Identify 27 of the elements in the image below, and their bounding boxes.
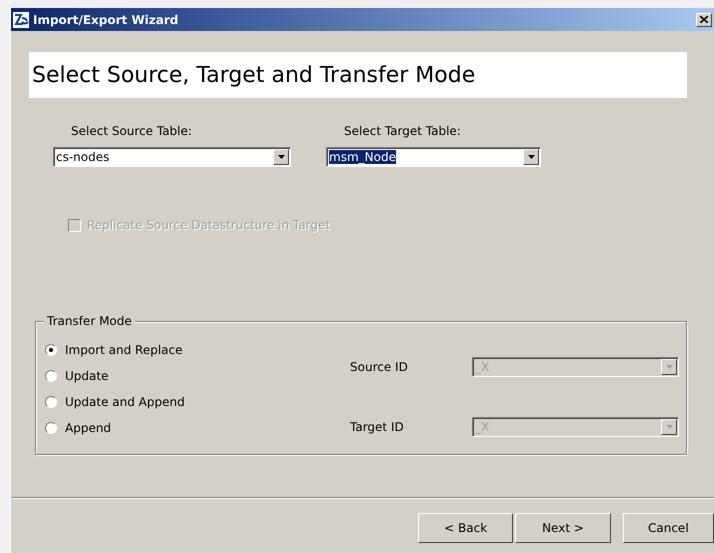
- radio-button[interactable]: [45, 370, 57, 382]
- radio-label: Update: [65, 368, 108, 382]
- radio-button[interactable]: [45, 422, 57, 434]
- dropdown-arrow-icon: [278, 155, 284, 159]
- window-title: Import/Export Wizard: [33, 12, 180, 26]
- page-heading: Select Source, Target and Transfer Mode: [29, 52, 687, 98]
- wizard-button[interactable]: < Back: [418, 513, 514, 543]
- table-label: Select Target Table:: [343, 124, 462, 138]
- wizard-button[interactable]: Next >: [515, 513, 611, 543]
- dropdown-arrow-icon: [528, 155, 534, 159]
- radio-label: Import and Replace: [65, 342, 182, 356]
- table-dropdown[interactable]: msm_Node: [326, 147, 541, 167]
- radio-button[interactable]: [45, 396, 57, 408]
- app-icon: [13, 12, 29, 28]
- close-button[interactable]: [696, 12, 712, 26]
- table-dropdown[interactable]: cs-nodes: [53, 147, 291, 167]
- radio-label: Update and Append: [65, 394, 185, 408]
- field-label: Target ID: [350, 420, 405, 434]
- dropdown-arrow-icon: [666, 425, 672, 429]
- close-icon: [700, 16, 708, 23]
- table-label: Select Source Table:: [70, 124, 193, 138]
- dropdown-arrow-icon: [666, 365, 672, 369]
- field-label: Source ID: [350, 360, 409, 374]
- radio-label: Append: [65, 420, 112, 434]
- wizard-button[interactable]: Cancel: [622, 513, 714, 543]
- radio-button[interactable]: [45, 344, 57, 356]
- group-title: Transfer Mode: [44, 314, 135, 328]
